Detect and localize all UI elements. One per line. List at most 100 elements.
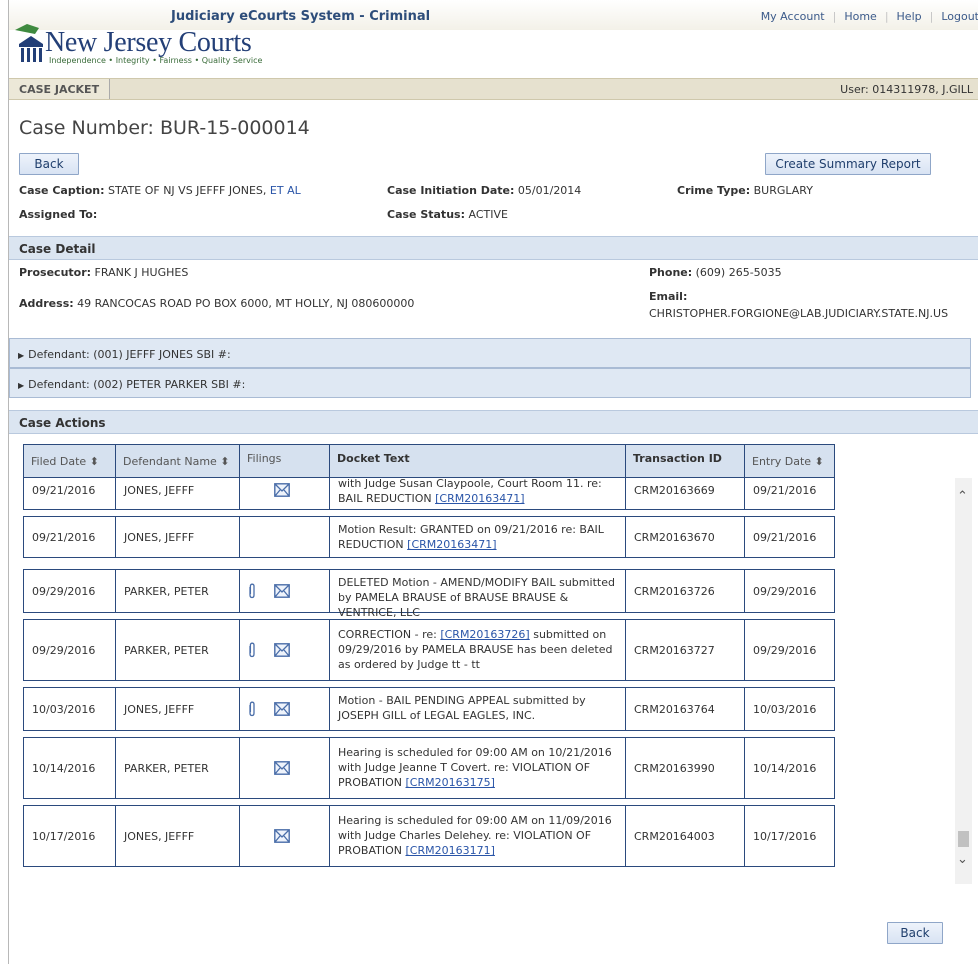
docket-link[interactable]: [CRM20163175] xyxy=(406,776,495,789)
filed-date-cell: 10/17/2016 xyxy=(24,806,116,866)
email-value: CHRISTOPHER.FORGIONE@LAB.JUDICIARY.STATE… xyxy=(649,307,949,320)
create-summary-report-button[interactable]: Create Summary Report xyxy=(765,153,931,175)
scroll-down-icon[interactable]: ⌄ xyxy=(957,851,968,867)
entry-date-cell: 09/21/2016 xyxy=(753,483,817,497)
filings-cell xyxy=(240,738,330,798)
defendant-name-cell: JONES, JEFFF xyxy=(116,688,240,730)
envelope-icon[interactable] xyxy=(274,702,290,716)
table-row: 10/03/2016 JONES, JEFFF Motion - BAIL PEND… xyxy=(23,687,835,731)
entry-date-cell: 10/03/2016 xyxy=(753,702,817,716)
top-links: My Account | Home | Help | Logout xyxy=(760,10,978,23)
defendant-name-cell: PARKER, PETER xyxy=(116,738,240,798)
defendant-accordion-1[interactable]: ▶ Defendant: (001) JEFFF JONES SBI #: xyxy=(9,338,971,368)
envelope-icon[interactable] xyxy=(274,761,290,775)
scrollbar[interactable]: ⌃ ⌄ xyxy=(955,478,972,884)
table-row: 09/29/2016 PARKER, PETER CORRECTION - re: … xyxy=(23,619,835,681)
docket-link[interactable]: [CRM20163471] xyxy=(407,538,496,551)
defendant-name-cell: JONES, JEFFF xyxy=(116,517,240,557)
table-row: 10/14/2016 PARKER, PETER Hearing is schedu… xyxy=(23,737,835,799)
my-account-link[interactable]: My Account xyxy=(761,10,825,23)
envelope-icon[interactable] xyxy=(274,483,290,497)
table-row: 09/29/2016 PARKER, PETER DELETED Motion - … xyxy=(23,569,835,619)
back-button[interactable]: Back xyxy=(19,153,79,175)
envelope-icon[interactable] xyxy=(274,643,290,657)
help-link[interactable]: Help xyxy=(897,10,922,23)
attachment-icon[interactable] xyxy=(247,701,257,717)
transaction-id-cell: CRM20163726 xyxy=(626,570,745,612)
address: Address: 49 RANCOCAS ROAD PO BOX 6000, M… xyxy=(19,297,415,310)
app-frame: Judiciary eCourts System - Criminal My A… xyxy=(8,0,978,964)
filings-cell xyxy=(240,478,330,509)
col-defendant-name[interactable]: Defendant Name ⬍ xyxy=(116,445,240,477)
docket-text-cell: DELETED Motion - AMEND/MODIFY BAIL submi… xyxy=(330,570,626,619)
docket-text-cell: Motion - BAIL PENDING APPEAL submitted b… xyxy=(330,688,626,730)
docket-text: CORRECTION - re: xyxy=(338,628,437,641)
case-detail-header: Case Detail xyxy=(9,236,978,260)
logo-text: New Jersey Courts xyxy=(45,27,252,58)
case-initiation-date: Case Initiation Date: 05/01/2014 xyxy=(387,184,582,197)
docket-text-cell: Hearing is scheduled for 09:00 AM on 11/… xyxy=(330,806,626,866)
entry-date-cell: 10/14/2016 xyxy=(753,761,817,775)
case-caption: Case Caption: STATE OF NJ VS JEFFF JONES… xyxy=(19,184,301,197)
defendant-name-cell: PARKER, PETER xyxy=(116,570,240,612)
email-label: Email: xyxy=(649,290,688,303)
filed-date-cell: 10/14/2016 xyxy=(24,738,116,798)
user-info: User: 014311978, J.GILL xyxy=(840,83,973,96)
attachment-icon[interactable] xyxy=(247,583,257,599)
col-transaction-id: Transaction ID xyxy=(626,445,745,477)
defendant-name-cell: JONES, JEFFF xyxy=(116,806,240,866)
filed-date-cell: 09/29/2016 xyxy=(24,570,116,612)
docket-text-cell: Motion Result: GRANTED on 09/21/2016 re:… xyxy=(330,517,626,557)
filed-date-cell: 09/21/2016 xyxy=(24,478,116,509)
back-button-bottom[interactable]: Back xyxy=(887,922,943,944)
defendant-1-label: Defendant: (001) JEFFF JONES SBI #: xyxy=(28,348,231,361)
defendant-accordion-2[interactable]: ▶ Defendant: (002) PETER PARKER SBI #: xyxy=(9,368,971,398)
scroll-up-icon[interactable]: ⌃ xyxy=(957,488,968,504)
tab-case-jacket[interactable]: CASE JACKET xyxy=(9,79,111,99)
col-entry-date[interactable]: Entry Date ⬍ xyxy=(745,445,836,477)
docket-text: Motion - BAIL PENDING APPEAL submitted b… xyxy=(338,694,586,722)
assigned-to: Assigned To: xyxy=(19,208,98,221)
system-title: Judiciary eCourts System - Criminal xyxy=(171,9,431,24)
home-link[interactable]: Home xyxy=(844,10,876,23)
transaction-id-cell: CRM20163764 xyxy=(626,688,745,730)
filed-date-cell: 09/21/2016 xyxy=(24,517,116,557)
col-docket-text: Docket Text xyxy=(330,445,626,477)
envelope-icon[interactable] xyxy=(274,829,290,843)
entry-date-cell: 09/29/2016 xyxy=(753,584,817,598)
docket-link[interactable]: [CRM20163471] xyxy=(435,492,524,505)
transaction-id-cell: CRM20163669 xyxy=(626,478,745,509)
page-title: Case Number: BUR-15-000014 xyxy=(19,117,310,139)
col-filed-date[interactable]: Filed Date ⬍ xyxy=(24,445,116,477)
scroll-thumb[interactable] xyxy=(958,831,969,847)
col-filings: Filings xyxy=(240,445,330,477)
defendant-2-label: Defendant: (002) PETER PARKER SBI #: xyxy=(28,378,246,391)
envelope-icon[interactable] xyxy=(274,584,290,598)
docket-text-cell: Hearing is scheduled for 09:00 AM on 10/… xyxy=(330,738,626,798)
expand-arrow-icon: ▶ xyxy=(18,381,25,390)
docket-link[interactable]: [CRM20163726] xyxy=(440,628,529,641)
transaction-id-cell: CRM20164003 xyxy=(626,806,745,866)
defendant-name-cell: PARKER, PETER xyxy=(116,620,240,680)
entry-date-cell: 10/17/2016 xyxy=(753,829,817,843)
filings-cell xyxy=(240,517,330,557)
table-body: 09/21/2016 JONES, JEFFF with Judge Susan C… xyxy=(23,478,835,880)
entry-date-cell: 09/21/2016 xyxy=(753,530,817,544)
filings-cell xyxy=(240,806,330,866)
phone: Phone: (609) 265-5035 xyxy=(649,266,782,279)
table-row: 10/17/2016 JONES, JEFFF Hearing is schedul… xyxy=(23,805,835,867)
filings-cell xyxy=(240,688,330,730)
filings-cell xyxy=(240,570,330,612)
entry-date-cell: 09/29/2016 xyxy=(753,643,817,657)
filed-date-cell: 10/03/2016 xyxy=(24,688,116,730)
sub-bar: CASE JACKET User: 014311978, J.GILL xyxy=(9,78,978,100)
transaction-id-cell: CRM20163670 xyxy=(626,517,745,557)
docket-text-cell: with Judge Susan Claypoole, Court Room 1… xyxy=(330,478,626,509)
et-al-link[interactable]: ET AL xyxy=(270,184,301,197)
table-row: 09/21/2016 JONES, JEFFF Motion Result: GRA… xyxy=(23,516,835,558)
attachment-icon[interactable] xyxy=(247,642,257,658)
docket-link[interactable]: [CRM20163171] xyxy=(406,844,495,857)
logout-link[interactable]: Logout xyxy=(941,10,978,23)
expand-arrow-icon: ▶ xyxy=(18,351,25,360)
docket-text-cell: CORRECTION - re: [CRM20163726] submitted… xyxy=(330,620,626,680)
